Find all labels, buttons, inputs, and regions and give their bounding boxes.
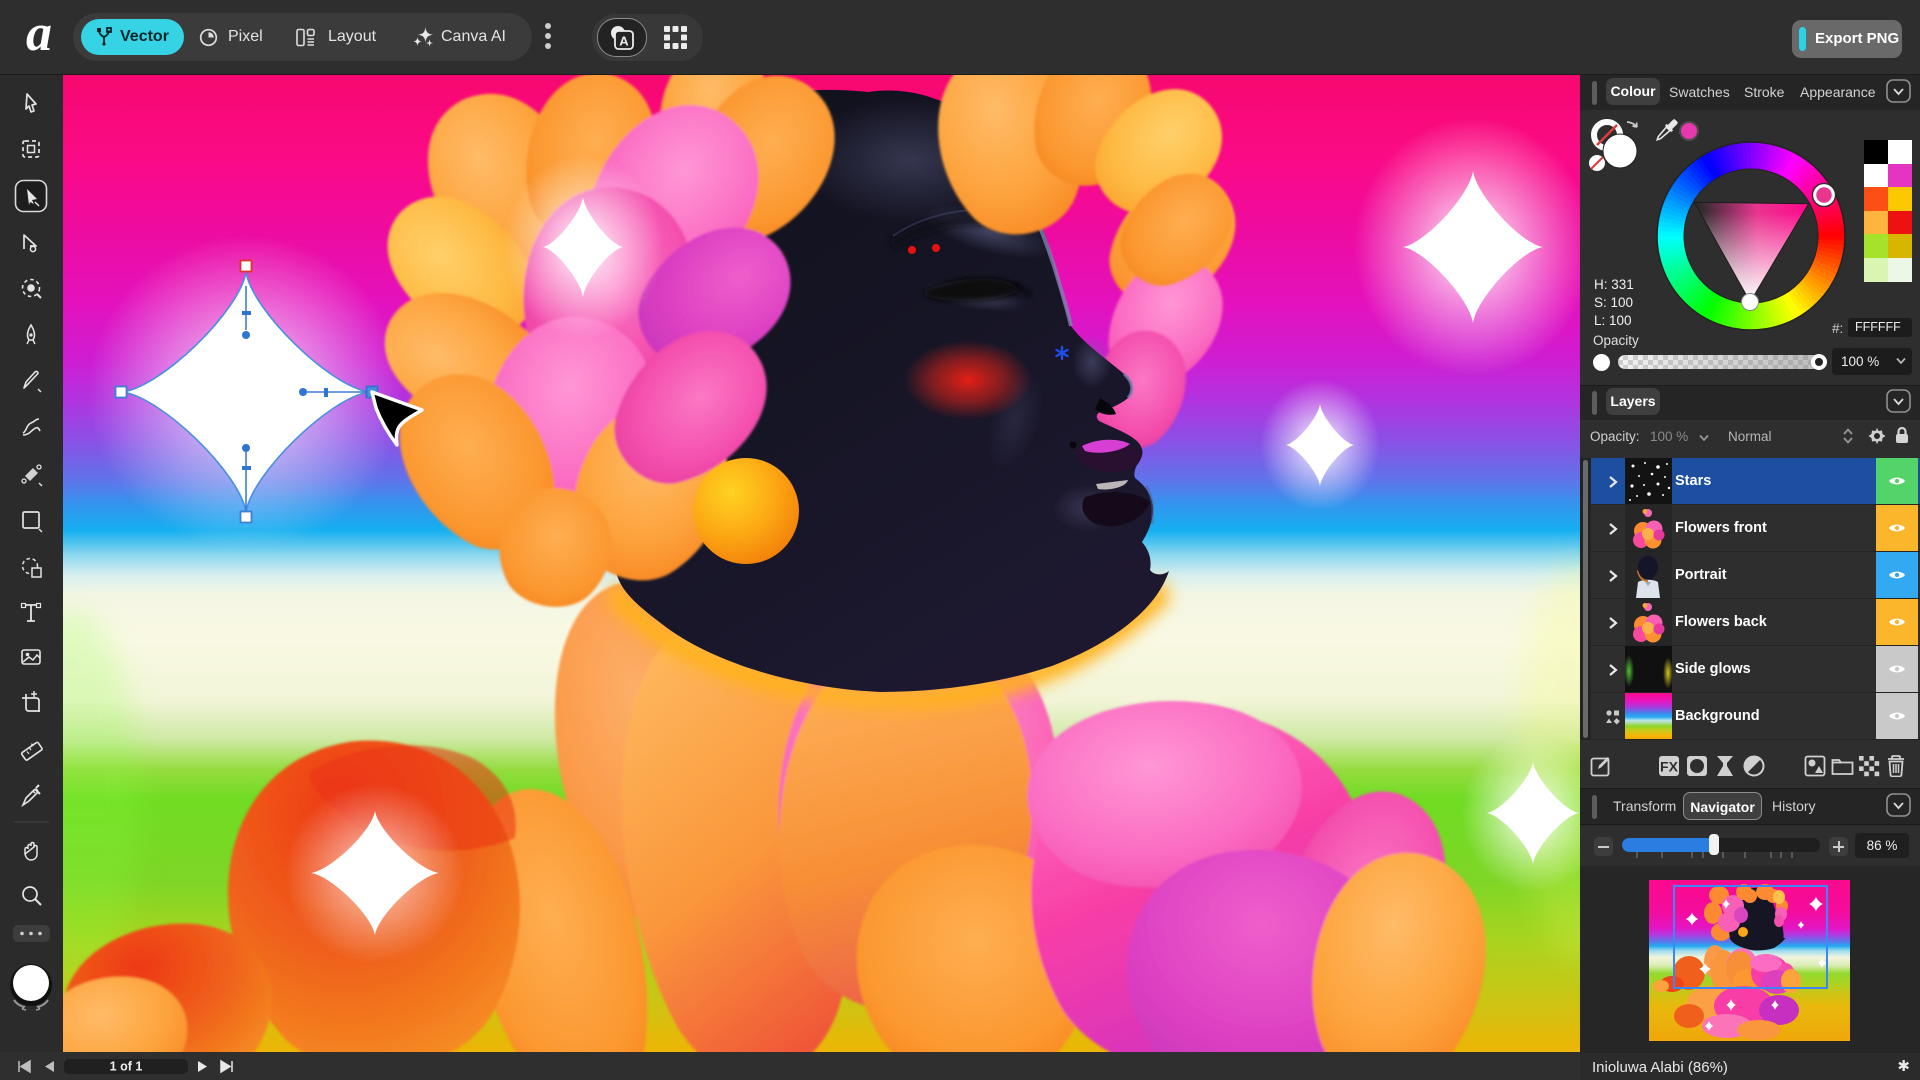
- svg-text:L: 100: L: 100: [1594, 313, 1632, 328]
- svg-text:H: 331: H: 331: [1594, 277, 1634, 292]
- svg-text:FX: FX: [1660, 759, 1679, 775]
- svg-text:1 of 1: 1 of 1: [110, 1060, 143, 1074]
- svg-text:A: A: [619, 34, 629, 49]
- svg-text:S: 100: S: 100: [1594, 295, 1633, 310]
